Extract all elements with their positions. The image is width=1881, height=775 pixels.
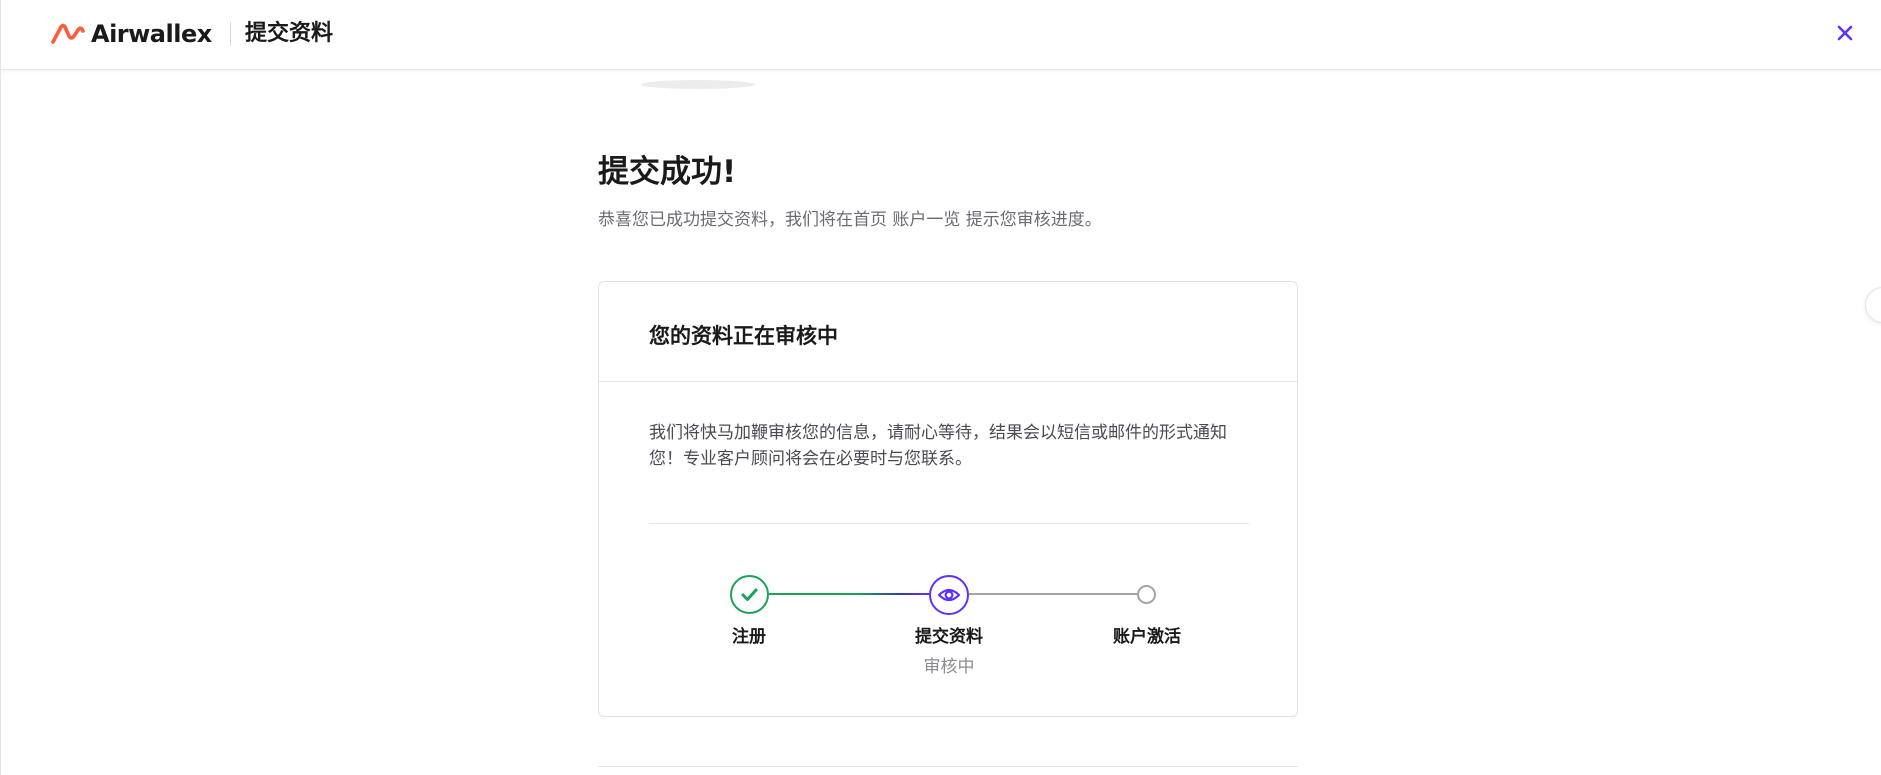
app-window: Airwallex 提交资料 提交成功! 恭喜您已成功提交资料，我们将在首页 账…	[0, 0, 1881, 775]
header-divider	[230, 22, 231, 46]
brand-name: Airwallex	[91, 20, 212, 48]
decorative-shadow	[641, 80, 755, 89]
close-icon	[1837, 25, 1853, 41]
step-submit-indicator	[929, 575, 969, 615]
progress-stepper: 注册 提交资料 审核中 账户激活	[599, 282, 1299, 718]
airwallex-logo[interactable]: Airwallex	[51, 20, 212, 48]
step-register-indicator	[730, 575, 769, 614]
step-submit-status: 审核中	[923, 657, 975, 677]
side-help-tab[interactable]	[1865, 287, 1881, 323]
close-button[interactable]	[1834, 22, 1856, 44]
eye-icon	[937, 588, 961, 602]
check-icon	[741, 588, 758, 601]
step-connector-2	[969, 593, 1139, 595]
step-activate-label: 账户激活	[1113, 627, 1181, 647]
review-status-card: 您的资料正在审核中 我们将快马加鞭审核您的信息，请耐心等待，结果会以短信或邮件的…	[598, 281, 1298, 717]
success-title: 提交成功!	[598, 154, 737, 190]
airwallex-logo-icon	[51, 23, 85, 44]
success-description: 恭喜您已成功提交资料，我们将在首页 账户一览 提示您审核进度。	[598, 210, 1102, 230]
step-register-label: 注册	[732, 627, 766, 647]
step-connector-1	[769, 593, 932, 595]
header: Airwallex 提交资料	[1, 0, 1881, 70]
step-activate-indicator	[1137, 585, 1156, 604]
step-submit-label: 提交资料	[915, 627, 983, 647]
section-divider	[598, 766, 1298, 767]
page-title: 提交资料	[245, 21, 334, 46]
